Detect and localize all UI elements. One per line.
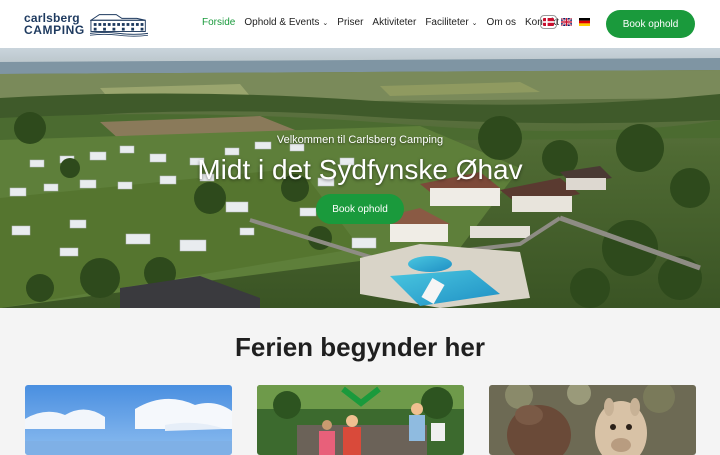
site-header: carlsberg CAMPING Forside Ophold & Event… <box>0 0 720 48</box>
family-photo <box>257 385 464 455</box>
section-title: Ferien begynder her <box>235 332 485 362</box>
site-logo[interactable]: carlsberg CAMPING <box>24 10 148 38</box>
language-switcher <box>540 15 590 29</box>
beach-photo <box>25 385 232 455</box>
card-image-family[interactable] <box>257 385 464 455</box>
nav-item-aktiviteter[interactable]: Aktiviteter <box>372 17 416 28</box>
alpaca-photo <box>489 385 696 455</box>
nav-item-faciliteter[interactable]: Faciliteter ⌄ <box>425 17 477 28</box>
hero-title: Midt i det Sydfynske Øhav <box>197 154 523 185</box>
nav-label: Priser <box>337 17 364 28</box>
hero-book-button[interactable]: Book ophold <box>316 194 404 224</box>
chevron-down-icon: ⌄ <box>322 19 329 27</box>
card-image-alpacas[interactable] <box>489 385 696 455</box>
nav-label: Forside <box>202 17 236 28</box>
nav-item-priser[interactable]: Priser <box>337 17 363 28</box>
building-logo-icon <box>89 14 148 37</box>
danish-flag-icon[interactable] <box>540 15 557 29</box>
nav-item-ophold-events[interactable]: Ophold & Events ⌄ <box>244 17 328 28</box>
card-image-beach[interactable] <box>25 385 232 455</box>
chevron-down-icon: ⌄ <box>471 19 478 27</box>
nav-item-forside[interactable]: Forside <box>202 17 235 28</box>
logo-text: carlsberg CAMPING <box>24 12 85 36</box>
nav-label: Ophold & Events <box>244 17 320 28</box>
hero-banner: Velkommen til Carlsberg Camping Midt i d… <box>0 48 720 308</box>
main-nav: Forside Ophold & Events ⌄ Priser Aktivit… <box>202 17 559 28</box>
logo-line-2: CAMPING <box>24 23 85 37</box>
uk-flag-icon[interactable] <box>561 18 572 26</box>
book-stay-button[interactable]: Book ophold <box>606 10 695 38</box>
hero-subtitle: Velkommen til Carlsberg Camping <box>276 134 444 146</box>
intro-section: Ferien begynder her <box>0 308 720 455</box>
nav-label: Om os <box>486 17 516 28</box>
german-flag-icon[interactable] <box>579 18 590 26</box>
nav-label: Faciliteter <box>425 17 469 28</box>
nav-item-om-os[interactable]: Om os <box>487 17 516 28</box>
nav-label: Aktiviteter <box>372 17 417 28</box>
